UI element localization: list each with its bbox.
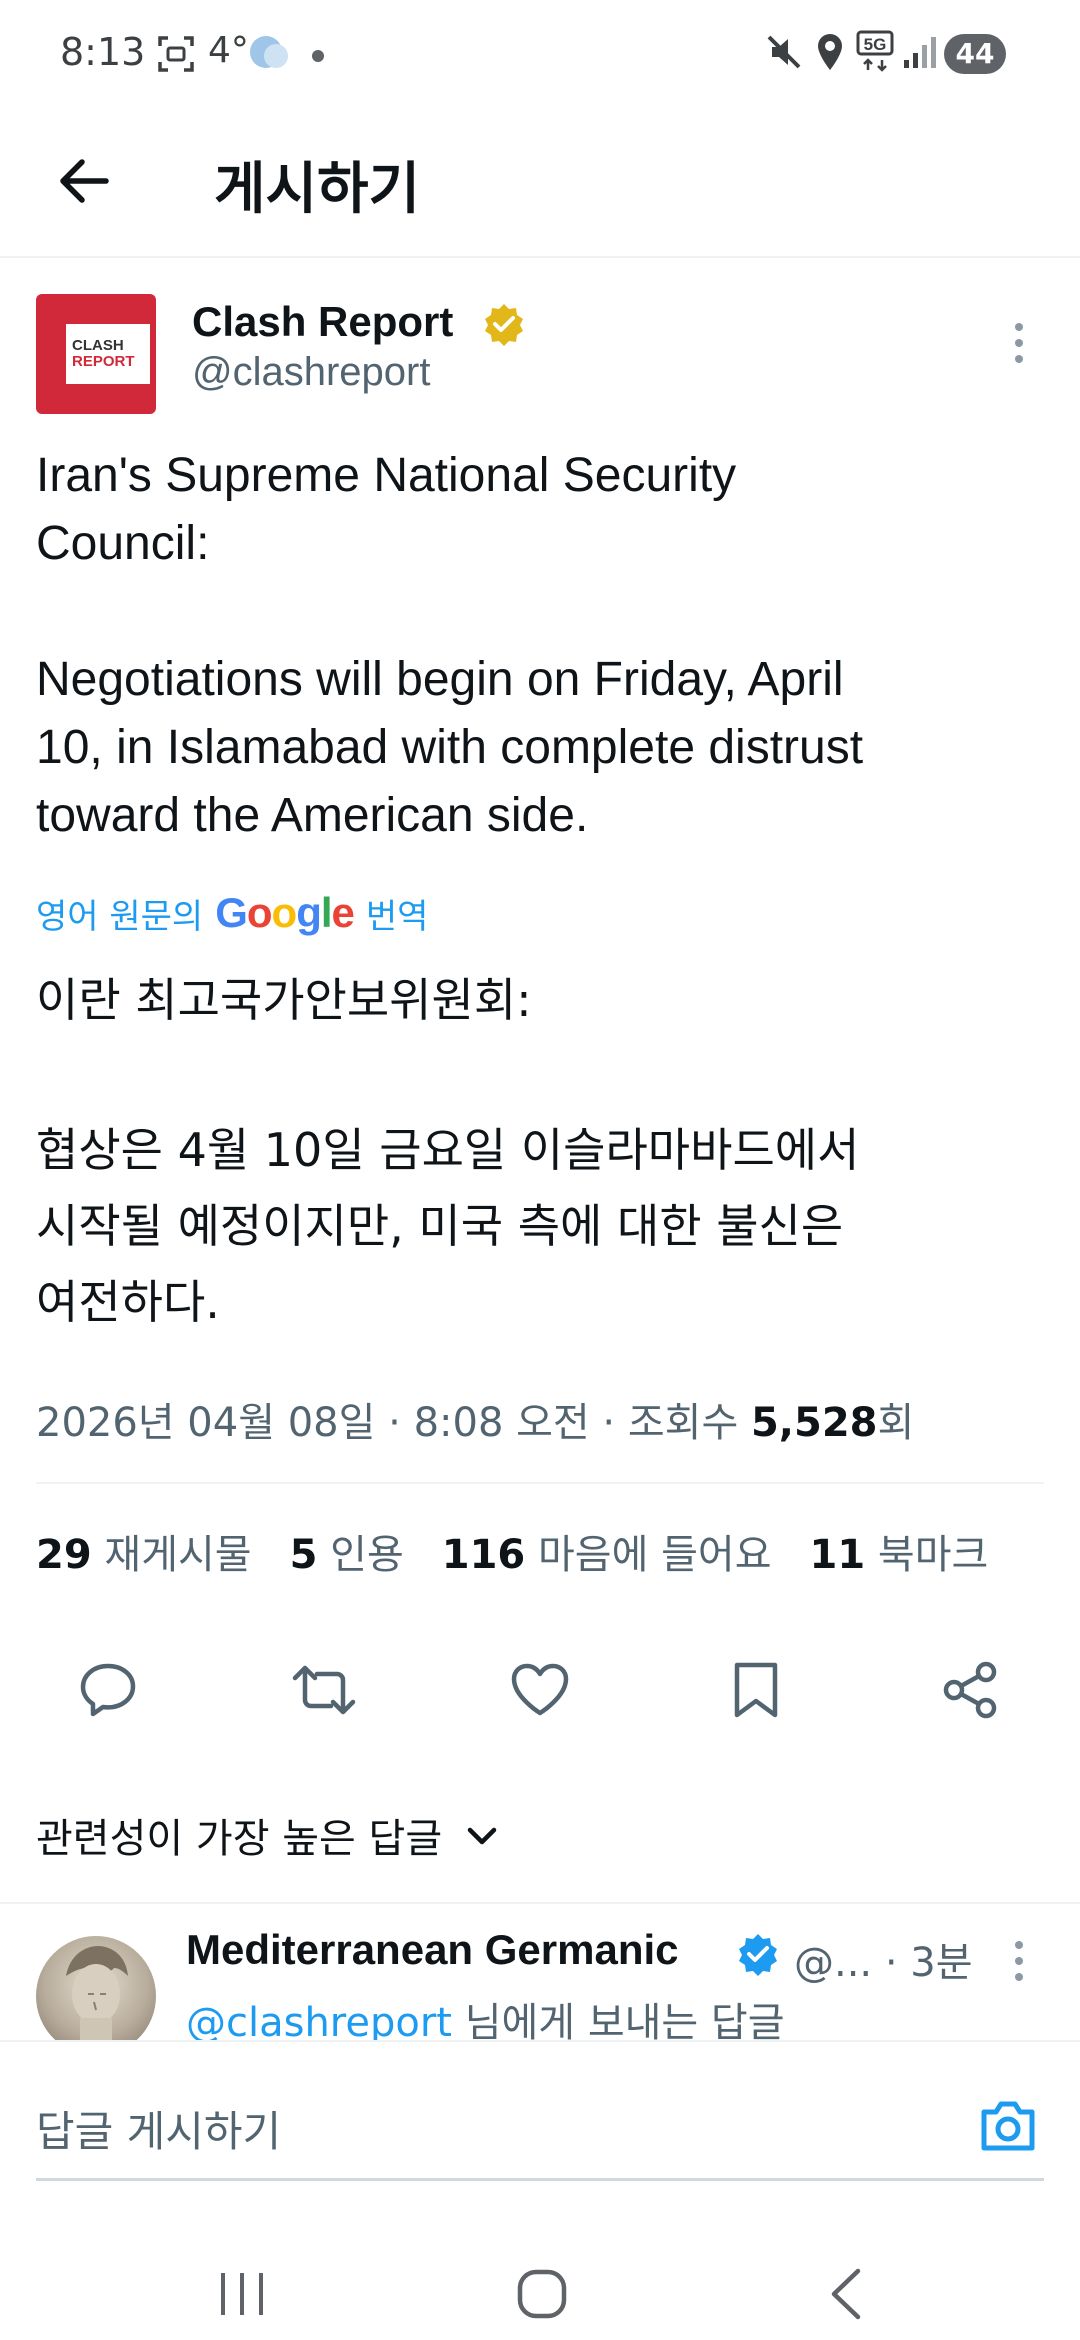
battery-indicator: 44	[944, 34, 1006, 74]
share-icon[interactable]	[930, 1650, 1010, 1730]
author-name[interactable]: Clash Report	[192, 298, 453, 346]
repost-icon[interactable]	[284, 1650, 364, 1730]
tweet-text-line: toward the American side.	[36, 789, 589, 842]
blue-verified-icon	[736, 1932, 780, 1976]
stat-bookmarks[interactable]: 11 북마크	[810, 1522, 989, 1580]
divider	[0, 1902, 1080, 1904]
notification-dot-icon	[312, 50, 324, 62]
more-vert-icon[interactable]	[1004, 1936, 1034, 1986]
screenshot-icon	[156, 34, 196, 78]
translate-suffix: 번역	[365, 896, 429, 937]
page-title: 게시하기	[214, 157, 421, 222]
stat-reposts[interactable]: 29 재게시물	[36, 1522, 252, 1580]
reply-handle-time: @... · 3분	[794, 1940, 973, 1986]
bookmark-icon[interactable]	[716, 1650, 796, 1730]
reply-icon[interactable]	[68, 1650, 148, 1730]
translated-text: 이란 최고국가안보위원회: 협상은 4월 10일 금요일 이슬라마바드에서 시작…	[36, 962, 1046, 1340]
gold-verified-icon	[482, 302, 526, 346]
views-suffix: 회	[877, 1400, 915, 1446]
author-handle[interactable]: @clashreport	[192, 350, 430, 395]
reply-composer: 답글 게시하기	[0, 2040, 1080, 2240]
composer-underline	[36, 2178, 1044, 2181]
status-bar: 8:13 4° 5G 44	[0, 0, 1080, 110]
status-temperature: 4°	[208, 30, 249, 71]
engagement-stats: 29 재게시물 5 인용 116 마음에 들어요 11 북마크	[36, 1522, 988, 1580]
author-avatar[interactable]: CLASH REPORT	[36, 294, 156, 414]
tweet-text-line: 10, in Islamabad with complete distrust	[36, 721, 864, 774]
reply-sort-selector[interactable]: 관련성이 가장 높은 답글	[36, 1806, 498, 1864]
weather-icon	[246, 30, 292, 78]
home-icon[interactable]	[502, 2254, 582, 2334]
tweet-text-line: Negotiations will begin on Friday, April	[36, 653, 844, 706]
tweet-timestamp: 2026년 04월 08일 · 8:08 오전 · 조회수 5,528회	[36, 1390, 914, 1448]
tweet-text-line: Council:	[36, 517, 210, 570]
camera-icon[interactable]	[976, 2094, 1040, 2158]
header: 게시하기	[0, 120, 1080, 258]
action-bar	[0, 1650, 1080, 1730]
translation-credit[interactable]: 영어 원문의 Google 번역	[36, 888, 428, 938]
translated-line: 시작될 예정이지만, 미국 측에 대한 불신은	[36, 1199, 844, 1253]
mute-icon	[764, 32, 804, 76]
translated-line: 여전하다.	[36, 1275, 220, 1329]
location-icon	[812, 32, 848, 76]
reply-author-name[interactable]: Mediterranean Germanic	[186, 1926, 679, 1974]
google-logo: Google	[215, 889, 355, 936]
translated-line: 이란 최고국가안보위원회:	[36, 973, 532, 1027]
app-root: 8:13 4° 5G 44 게시하기 CLASH REPORT Clash Re…	[0, 0, 1080, 2340]
views-count[interactable]: 5,528	[751, 1400, 878, 1446]
signal-icon	[902, 34, 938, 74]
reply-input[interactable]: 답글 게시하기	[36, 2098, 281, 2159]
back-arrow-icon[interactable]	[50, 146, 120, 216]
avatar-logo-text: CLASH REPORT	[72, 337, 135, 370]
tweet-text-line: Iran's Supreme National Security	[36, 449, 737, 502]
translated-line: 협상은 4월 10일 금요일 이슬라마바드에서	[36, 1123, 860, 1177]
5g-icon: 5G	[856, 30, 896, 78]
more-vert-icon[interactable]	[1004, 318, 1034, 368]
timestamp-text: 2026년 04월 08일 · 8:08 오전 · 조회수	[36, 1400, 751, 1446]
chevron-down-icon	[466, 1812, 498, 1858]
nav-back-icon[interactable]	[806, 2254, 886, 2334]
stat-likes[interactable]: 116 마음에 들어요	[442, 1522, 772, 1580]
system-nav-bar	[0, 2240, 1080, 2340]
tweet-text: Iran's Supreme National Security Council…	[36, 442, 1046, 850]
sort-label: 관련성이 가장 높은 답글	[36, 1816, 443, 1862]
reply-avatar[interactable]	[36, 1936, 156, 2056]
translate-prefix: 영어 원문의	[36, 896, 204, 937]
status-time: 8:13	[60, 30, 146, 74]
svg-text:5G: 5G	[864, 35, 887, 54]
like-icon[interactable]	[500, 1650, 580, 1730]
recent-apps-icon[interactable]	[202, 2254, 282, 2334]
stat-quotes[interactable]: 5 인용	[290, 1522, 404, 1580]
divider	[36, 1482, 1044, 1484]
